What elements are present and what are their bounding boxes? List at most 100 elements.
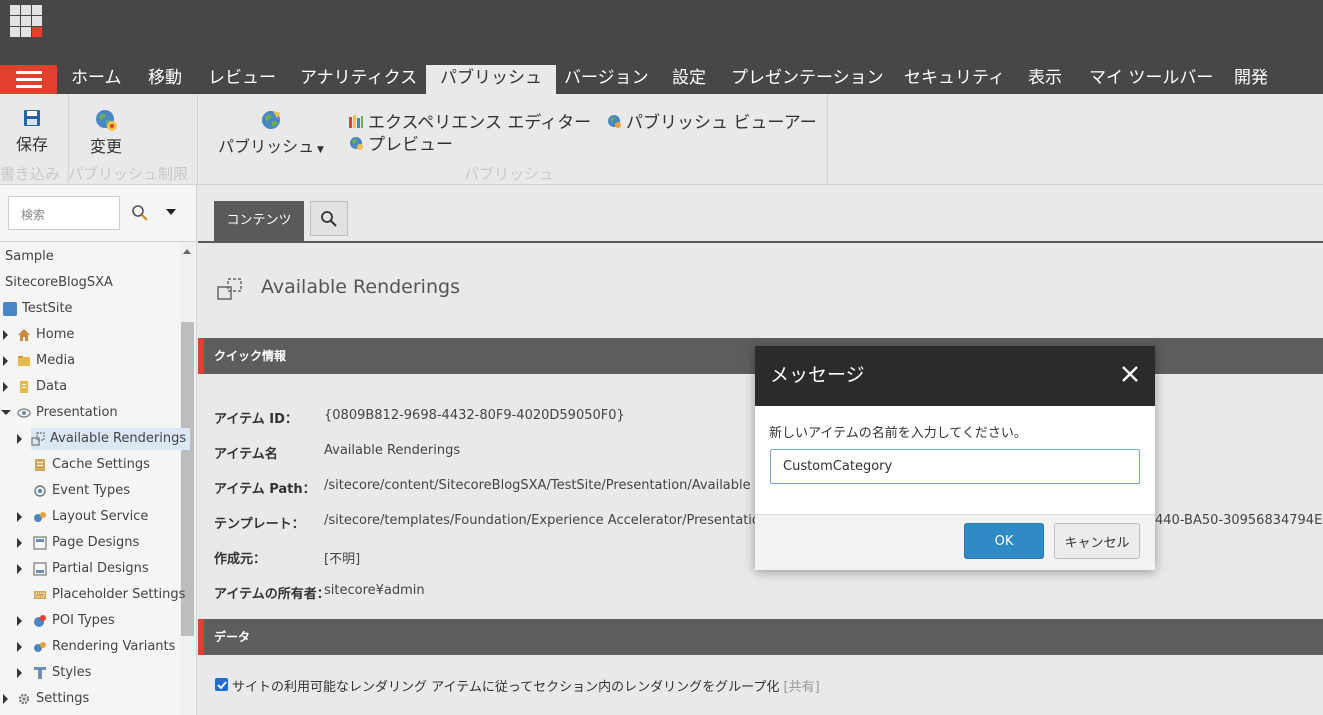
field-value-suffix: 440-BA50-30956834794E} <box>1155 513 1323 528</box>
tab-navigate[interactable]: 移動 <box>148 65 182 94</box>
tree-item[interactable]: Styles <box>33 662 91 684</box>
divider <box>0 241 197 242</box>
publish-globe-icon <box>262 111 281 129</box>
expand-arrow-icon[interactable] <box>3 382 8 392</box>
tree-item-label: POI Types <box>52 613 115 628</box>
tab-versions[interactable]: バージョン <box>564 65 649 94</box>
expand-arrow-icon[interactable] <box>3 694 8 704</box>
ribbon-divider <box>197 94 198 184</box>
tab-configure[interactable]: 設定 <box>672 65 706 94</box>
tab-underline <box>198 241 1323 243</box>
group-renderings-checkbox[interactable] <box>215 678 228 691</box>
tab-analytics[interactable]: アナリティクス <box>300 65 417 94</box>
tree-item-label: Styles <box>52 665 92 680</box>
tree-item[interactable]: TestSite <box>3 298 73 320</box>
tab-presentation[interactable]: プレゼンテーション <box>731 65 884 94</box>
ribbon-divider <box>827 94 828 184</box>
expand-arrow-icon[interactable] <box>17 642 22 652</box>
search-icon <box>321 210 337 227</box>
expand-arrow-icon[interactable] <box>3 356 8 366</box>
tab-publish[interactable]: パブリッシュ <box>426 65 556 94</box>
change-label: 変更 <box>89 137 122 156</box>
publish-button[interactable]: パブリッシュ ▼ <box>217 108 325 157</box>
collapse-arrow-icon[interactable] <box>1 410 11 415</box>
field-value: /sitecore/templates/Foundation/Experienc… <box>324 513 797 528</box>
tree-item[interactable]: SitecoreBlogSXA <box>5 272 113 294</box>
field-label: アイテム名 <box>214 447 278 462</box>
tree-item[interactable]: Layout Service <box>33 506 148 528</box>
variant-icon <box>34 642 46 652</box>
cancel-button[interactable]: キャンセル <box>1054 523 1140 559</box>
dialog-header: メッセージ <box>755 346 1155 406</box>
data-folder-icon <box>20 381 28 393</box>
tree-search-input[interactable]: 検索 <box>8 196 120 230</box>
field-value: sitecore¥admin <box>324 583 425 598</box>
tree-item[interactable]: Presentation <box>17 402 118 424</box>
group-label-publish-restrictions: パブリッシュ制限 <box>68 165 189 183</box>
tree-item-label: Data <box>36 379 68 394</box>
tree-item-label: Page Designs <box>52 535 140 550</box>
expand-arrow-icon[interactable] <box>17 512 22 522</box>
app-launcher-icon[interactable] <box>10 5 42 37</box>
tree-item[interactable]: Event Types <box>33 480 130 502</box>
tree-item[interactable]: Placeholder Settings <box>33 584 185 606</box>
poi-icon <box>34 615 46 627</box>
field-label: テンプレート： <box>214 517 305 532</box>
tree-item-label: Placeholder Settings <box>52 587 186 602</box>
tab-review[interactable]: レビュー <box>208 65 276 94</box>
tab-home[interactable]: ホーム <box>71 65 122 94</box>
expand-arrow-icon[interactable] <box>17 616 22 626</box>
tree-item[interactable]: Media <box>17 350 75 372</box>
tab-security[interactable]: セキュリティ <box>904 65 1005 94</box>
hamburger-menu-icon[interactable] <box>0 65 57 94</box>
tree-item-label: Presentation <box>36 405 118 420</box>
tree-item-label: Cache Settings <box>52 457 150 472</box>
cache-icon <box>35 459 45 471</box>
section-header-data[interactable]: データ <box>198 619 1323 655</box>
tab-content[interactable]: コンテンツ <box>214 201 304 241</box>
caret-down-icon: ▼ <box>314 145 324 155</box>
ok-button[interactable]: OK <box>964 523 1044 559</box>
tree-item-label: TestSite <box>22 301 73 316</box>
field-label: アイテムの所有者： <box>214 587 330 602</box>
tab-my-toolbar[interactable]: マイ ツールバー <box>1089 65 1213 94</box>
tree-item-label: Media <box>36 353 76 368</box>
change-restrictions-button[interactable]: 変更 <box>86 108 126 157</box>
content-search-button[interactable] <box>310 201 348 236</box>
expand-arrow-icon[interactable] <box>17 564 22 574</box>
tree-item[interactable]: Rendering Variants <box>33 636 175 658</box>
search-options-dropdown-icon[interactable] <box>166 209 176 215</box>
tree-item[interactable]: Home <box>17 324 74 346</box>
preview-button[interactable]: プレビュー <box>348 130 453 155</box>
tree-item[interactable]: POI Types <box>33 610 115 632</box>
search-icon[interactable] <box>131 204 149 222</box>
tree-item-selected[interactable]: Available Renderings <box>31 428 191 450</box>
expand-arrow-icon[interactable] <box>17 668 22 678</box>
item-name-input[interactable] <box>770 449 1140 484</box>
tree-item-label: Available Renderings <box>50 431 187 446</box>
media-folder-icon <box>18 356 30 366</box>
tab-view[interactable]: 表示 <box>1028 65 1062 94</box>
dialog-title: メッセージ <box>770 364 865 386</box>
expand-arrow-icon[interactable] <box>17 434 22 444</box>
tree-item[interactable]: Cache Settings <box>33 454 150 476</box>
scroll-up-arrow-icon[interactable] <box>183 249 191 254</box>
expand-arrow-icon[interactable] <box>17 538 22 548</box>
tree-item[interactable]: Page Designs <box>33 532 139 554</box>
message-dialog: メッセージ 新しいアイテムの名前を入力してください。 OK キャンセル <box>755 346 1155 570</box>
checkbox-label: サイトの利用可能なレンダリング アイテムに従ってセクション内のレンダリングをグル… <box>232 676 820 695</box>
close-icon[interactable] <box>1121 365 1139 383</box>
checkbox-label-text: サイトの利用可能なレンダリング アイテムに従ってセクション内のレンダリングをグル… <box>232 680 780 695</box>
tab-developer[interactable]: 開発 <box>1234 65 1268 94</box>
publish-label: パブリッシュ <box>218 137 315 156</box>
expand-arrow-icon[interactable] <box>3 330 8 340</box>
tree-item[interactable]: Settings <box>17 688 89 710</box>
tree-item[interactable]: Sample <box>5 246 54 268</box>
publish-viewer-button[interactable]: パブリッシュ ビューアー <box>606 108 817 133</box>
tree-item[interactable]: Data <box>17 376 67 398</box>
save-button[interactable]: 保存 <box>14 108 50 155</box>
preview-label: プレビュー <box>368 135 453 155</box>
tree-item[interactable]: Partial Designs <box>33 558 149 580</box>
publish-viewer-icon <box>608 114 621 128</box>
save-icon <box>24 110 40 126</box>
